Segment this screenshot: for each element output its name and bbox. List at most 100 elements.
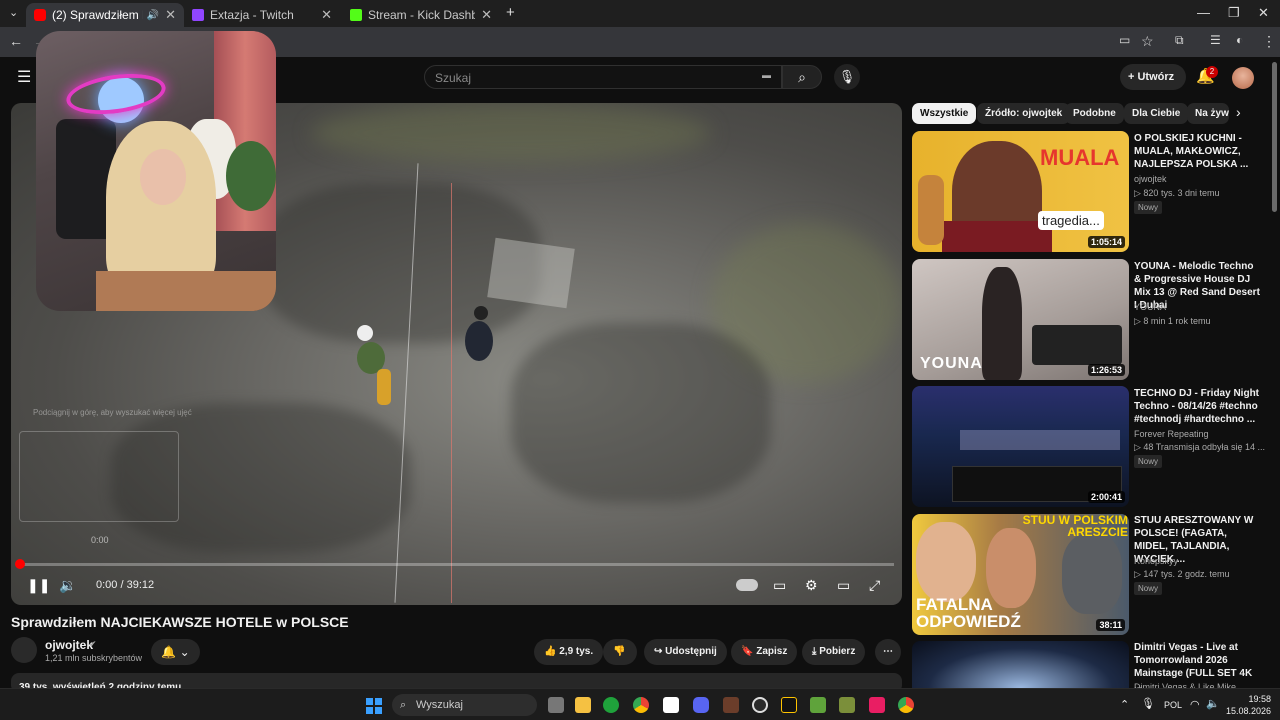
progress-scrubber[interactable]	[15, 559, 25, 569]
chrome-active-icon[interactable]	[898, 697, 914, 713]
preview-time: 0:00	[91, 535, 109, 545]
rock-slab	[487, 237, 575, 309]
wifi-icon[interactable]: ◠	[1190, 698, 1200, 711]
xbox-icon[interactable]	[603, 697, 619, 713]
media-control-icon[interactable]: ☰	[1210, 33, 1221, 47]
channel-name[interactable]: ojwojtek	[45, 638, 93, 652]
avatar[interactable]	[1232, 67, 1254, 89]
new-tab-icon[interactable]: +	[506, 4, 515, 21]
maximize-icon[interactable]: ❐	[1228, 5, 1240, 21]
settings-gear-icon[interactable]: ⚙	[805, 577, 818, 594]
duration-badge: 1:26:53	[1087, 364, 1125, 376]
desk	[96, 271, 276, 311]
search-button[interactable]: ⌕	[782, 65, 822, 89]
tab-kick[interactable]: Stream - Kick Dashboard ✕	[342, 3, 500, 27]
chevron-down-icon: ⌄	[179, 645, 190, 659]
chip-related[interactable]: Podobne	[1065, 103, 1124, 124]
cast-icon[interactable]: ▭	[1119, 33, 1130, 47]
profile-icon[interactable]: ◐	[1236, 33, 1243, 47]
download-button[interactable]: ⤓ Pobierz	[802, 639, 866, 665]
close-tab-icon[interactable]: ✕	[165, 7, 176, 23]
chevron-right-icon[interactable]: ›	[1236, 104, 1241, 120]
chrome-icon[interactable]	[633, 697, 649, 713]
rec-thumbnail[interactable]: YOUNA 1:26:53	[912, 259, 1129, 380]
create-button[interactable]: + Utwórz	[1120, 64, 1186, 90]
bookmark-star-icon[interactable]: ☆	[1141, 33, 1154, 50]
subscription-bell-button[interactable]: 🔔 ⌄	[151, 639, 200, 665]
tab-title: (2) Sprawdziłem NAJCIEKAW	[52, 8, 143, 22]
subtitles-icon[interactable]: ▭	[773, 577, 786, 594]
rec-channel[interactable]: Forever Repeating	[1134, 429, 1209, 439]
dislike-button[interactable]: 👎	[603, 639, 637, 665]
chip-live[interactable]: Na żywo	[1187, 103, 1229, 124]
task-view-icon[interactable]	[548, 697, 564, 713]
epic-games-icon[interactable]	[781, 697, 797, 713]
rec-thumbnail[interactable]: STUU W POLSKIM ARESZCIE FATALNA ODPOWIED…	[912, 514, 1129, 635]
hamburger-menu-icon[interactable]: ☰	[17, 67, 31, 87]
like-count: 2,9 tys.	[559, 646, 594, 657]
obs-icon[interactable]	[752, 697, 768, 713]
thumb-waveform	[960, 430, 1120, 450]
tab-youtube[interactable]: (2) Sprawdziłem NAJCIEKAW 🔊 ✕	[26, 3, 184, 27]
volume-icon[interactable]: 🔈	[1206, 697, 1220, 710]
rec-channel[interactable]: YOUNA	[1134, 302, 1166, 312]
file-explorer-icon[interactable]	[575, 697, 591, 713]
webcam-overlay	[36, 31, 276, 311]
capcut-icon[interactable]	[663, 697, 679, 713]
autoplay-toggle[interactable]	[736, 579, 758, 591]
chevron-up-icon[interactable]: ⌃	[1120, 698, 1129, 711]
chip-source[interactable]: Źródło: ojwojtek	[977, 103, 1071, 124]
discord-icon[interactable]	[693, 697, 709, 713]
minimize-icon[interactable]: —	[1197, 5, 1210, 20]
language-indicator[interactable]: POL	[1164, 700, 1182, 710]
thumb-kebab	[918, 175, 944, 245]
close-tab-icon[interactable]: ✕	[481, 7, 492, 23]
save-button[interactable]: 🔖 Zapisz	[731, 639, 798, 665]
pause-icon[interactable]: ❚❚	[27, 577, 50, 594]
thumb-text: YOUNA	[920, 355, 983, 372]
rec-channel[interactable]: ojwojtek	[1134, 174, 1167, 184]
game-app-icon[interactable]	[723, 697, 739, 713]
rec-thumbnail[interactable]: 2:00:41	[912, 386, 1129, 507]
tab-twitch[interactable]: Extazja - Twitch ✕	[184, 3, 340, 27]
close-tab-icon[interactable]: ✕	[321, 7, 332, 23]
more-actions-button[interactable]: ⋯	[875, 639, 901, 665]
close-window-icon[interactable]: ✕	[1258, 5, 1269, 21]
kick-favicon-icon	[350, 9, 362, 21]
tiktok-icon[interactable]	[869, 697, 885, 713]
rec-title[interactable]: O POLSKIEJ KUCHNI - MUALA, MAKŁOWICZ, NA…	[1134, 132, 1262, 171]
menu-icon[interactable]: ⋮	[1262, 33, 1276, 50]
tab-list-icon[interactable]: ⌄	[9, 6, 18, 19]
share-button[interactable]: ↪ Udostępnij	[644, 639, 727, 665]
progress-bar[interactable]	[19, 563, 894, 566]
mic-icon[interactable]: 🎙	[1141, 697, 1155, 710]
rec-thumbnail[interactable]	[912, 641, 1129, 688]
theater-mode-icon[interactable]: ▭	[837, 577, 850, 594]
scrollbar[interactable]	[1272, 62, 1277, 212]
game-launcher-icon[interactable]	[839, 697, 855, 713]
rec-channel[interactable]: Konopskyy	[1134, 556, 1178, 566]
create-label: Utwórz	[1137, 71, 1175, 83]
search-icon: ⌕	[400, 699, 407, 711]
search-input[interactable]: Szukaj	[424, 65, 782, 89]
keyboard-icon[interactable]: ▬	[762, 70, 771, 80]
fullscreen-icon[interactable]: ⤢	[869, 577, 880, 594]
rec-title[interactable]: TECHNO DJ - Friday Night Techno - 08/14/…	[1134, 387, 1262, 426]
chip-all[interactable]: Wszystkie	[912, 103, 977, 124]
extensions-icon[interactable]: ⧉	[1175, 33, 1184, 48]
taskbar-search[interactable]: ⌕ Wyszukaj	[392, 694, 537, 716]
windows-start-icon[interactable]	[366, 698, 382, 714]
clock[interactable]: 19:58 15.08.2026	[1226, 693, 1271, 717]
thumb-up-icon: 👍	[544, 646, 560, 657]
voice-search-button[interactable]: 🎙	[834, 64, 860, 90]
minecraft-icon[interactable]	[810, 697, 826, 713]
twitch-favicon-icon	[192, 9, 204, 21]
back-icon[interactable]: ←	[9, 33, 23, 49]
chip-for-you[interactable]: Dla Ciebie	[1124, 103, 1189, 124]
bell-icon: 🔔	[161, 645, 177, 659]
rec-thumbnail[interactable]: MUALA tragedia... 1:05:14	[912, 131, 1129, 252]
like-button[interactable]: 👍 2,9 tys.	[534, 639, 604, 665]
volume-icon[interactable]: 🔉	[59, 577, 76, 594]
channel-avatar[interactable]	[11, 637, 37, 663]
tab-title: Stream - Kick Dashboard	[368, 8, 476, 22]
